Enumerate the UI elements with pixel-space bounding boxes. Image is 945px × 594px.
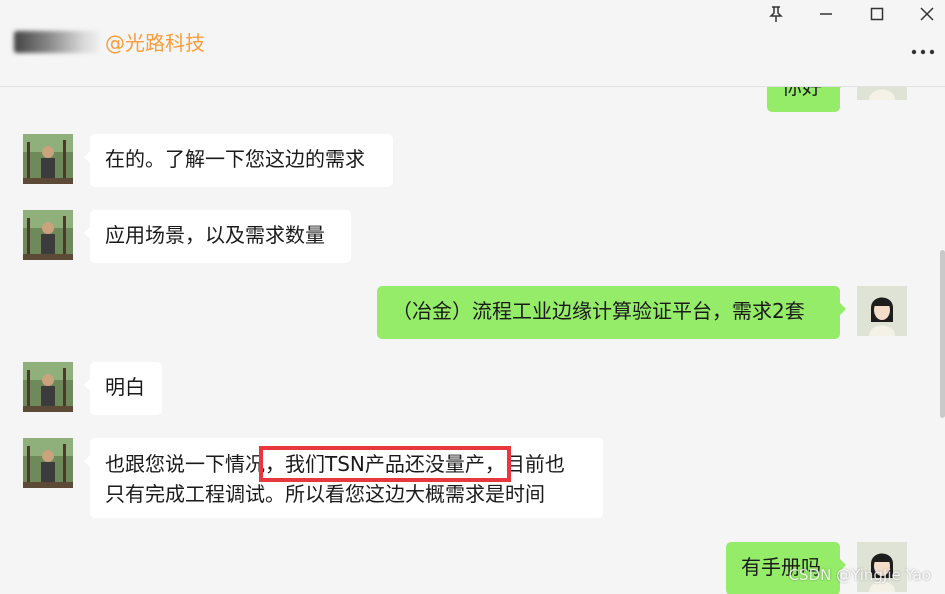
- message-bubble-outgoing[interactable]: 你好: [767, 87, 846, 112]
- minimize-icon[interactable]: [814, 2, 838, 26]
- message-text: （冶金）流程工业边缘计算验证平台，需求2套: [392, 299, 805, 323]
- contact-avatar[interactable]: [23, 210, 73, 260]
- contact-avatar[interactable]: [23, 362, 73, 412]
- pin-icon[interactable]: [764, 2, 788, 26]
- highlighted-text: ，我们TSN产品还没量产，: [259, 446, 511, 482]
- watermark: CSDN @YingJie Yao: [788, 566, 931, 584]
- message-line-2: 只有完成工程调试。所以看您这边大概需求是时间: [105, 482, 545, 506]
- more-icon[interactable]: [909, 40, 937, 64]
- message-text: 目前也: [504, 452, 565, 476]
- message-text: 你好: [782, 87, 822, 99]
- contact-avatar[interactable]: [23, 438, 73, 488]
- message-text: 应用场景，以及需求数量: [105, 223, 325, 247]
- my-avatar[interactable]: [857, 87, 907, 100]
- message-bubble-incoming[interactable]: 明白: [84, 362, 162, 415]
- message-line-1: 也跟您说一下情况，我们TSN产品还没量产，目前也: [105, 446, 588, 482]
- message-bubble-incoming[interactable]: 在的。了解一下您这边的需求: [84, 134, 393, 187]
- title-bar: @光路科技: [0, 0, 945, 87]
- blurred-contact-name: [14, 31, 100, 53]
- message-text: 也跟您说一下情况: [105, 452, 265, 476]
- scrollbar-thumb[interactable]: [940, 250, 945, 418]
- message-bubble-incoming[interactable]: 应用场景，以及需求数量: [84, 210, 351, 263]
- maximize-icon[interactable]: [865, 2, 889, 26]
- chat-title: @光路科技: [105, 31, 205, 55]
- chat-window: @光路科技 你好 在的。了解一下您这边的需求 应用场景，以及需求数量 （冶金）流…: [0, 0, 945, 594]
- message-bubble-incoming[interactable]: 也跟您说一下情况，我们TSN产品还没量产，目前也 只有完成工程调试。所以看您这边…: [84, 438, 603, 518]
- close-icon[interactable]: [915, 2, 939, 26]
- message-list[interactable]: 你好 在的。了解一下您这边的需求 应用场景，以及需求数量 （冶金）流程工业边缘计…: [0, 87, 945, 594]
- message-text: 在的。了解一下您这边的需求: [105, 147, 365, 171]
- contact-avatar[interactable]: [23, 134, 73, 184]
- message-text: 明白: [105, 375, 145, 399]
- my-avatar[interactable]: [857, 286, 907, 336]
- message-bubble-outgoing[interactable]: （冶金）流程工业边缘计算验证平台，需求2套: [377, 286, 846, 339]
